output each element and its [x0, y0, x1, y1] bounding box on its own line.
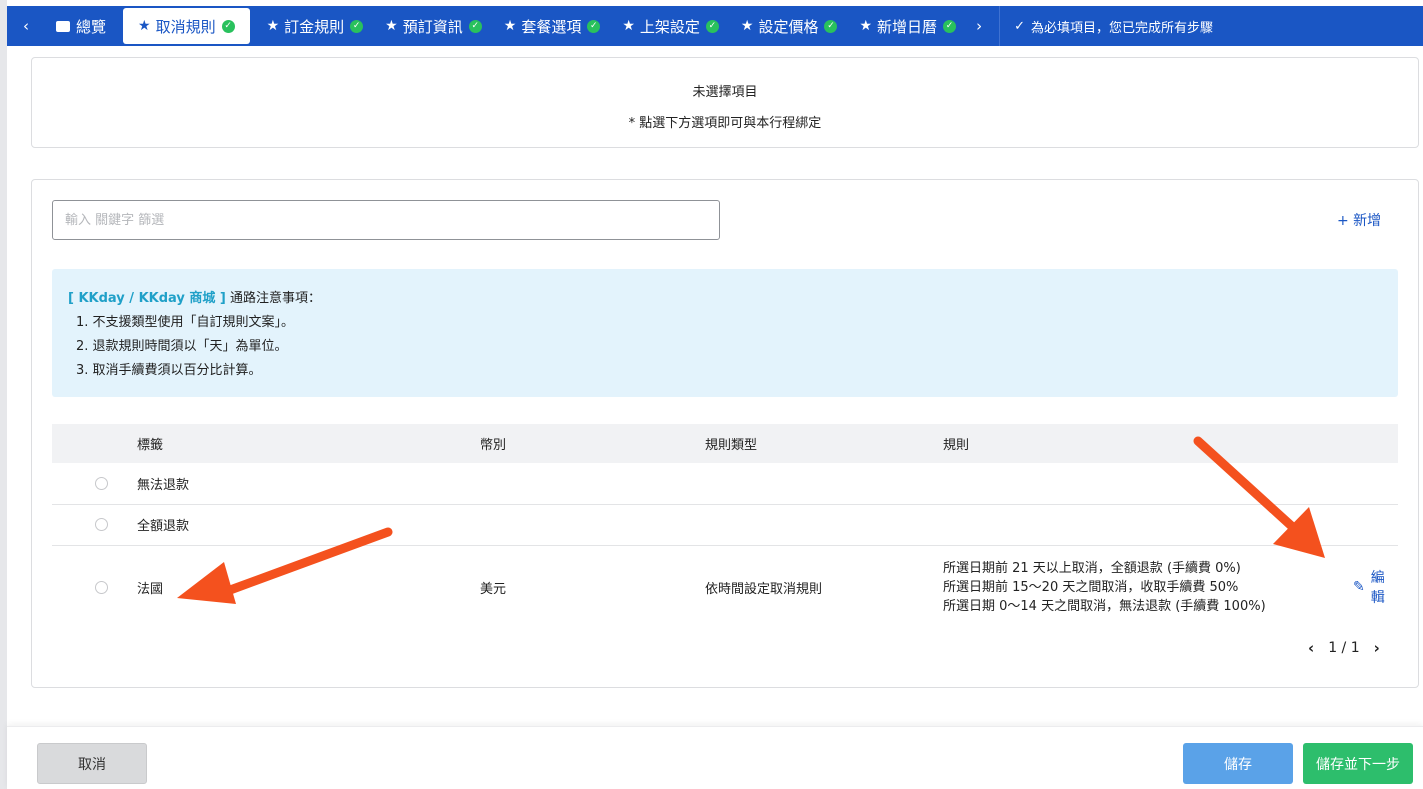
save-button[interactable]: 儲存	[1183, 743, 1293, 784]
cancel-button[interactable]: 取消	[37, 743, 147, 784]
channel-notice: [ KKday / KKday 商城 ] 通路注意事項： 1. 不支援類型使用「…	[52, 269, 1398, 397]
row-actions: ✎ 編輯	[1353, 545, 1398, 629]
tab-label: 新增日曆	[877, 17, 938, 36]
star-icon: ★	[385, 18, 398, 34]
edit-button[interactable]: ✎ 編輯	[1353, 567, 1398, 607]
left-edge-strip	[0, 0, 7, 789]
header-select	[52, 424, 137, 463]
row-rule	[943, 504, 1353, 546]
page-next-button[interactable]: ›	[1374, 639, 1380, 657]
check-circle-icon: ✓	[824, 19, 838, 33]
table-header-row: 標籤 幣別 規則類型 規則	[52, 424, 1398, 463]
tab-overview[interactable]: 總覽	[45, 8, 117, 44]
nav-divider	[999, 6, 1001, 46]
nav-next-button[interactable]: ›	[967, 17, 991, 35]
rule-line: 所選日期前 21 天以上取消，全額退款 (手續費 0%)	[943, 560, 1241, 576]
tab-cancel-rules[interactable]: ★ 取消規則 ✓	[123, 8, 250, 44]
edit-label: 編輯	[1370, 570, 1385, 607]
footer-bar: 取消 儲存 儲存並下一步	[7, 726, 1423, 789]
row-rule: 所選日期前 21 天以上取消，全額退款 (手續費 0%) 所選日期前 15～20…	[943, 545, 1353, 629]
star-icon: ★	[503, 18, 517, 34]
selected-item-box: 未選擇項目 * 點選下方選項即可與本行程綁定	[31, 57, 1419, 148]
check-circle-icon: ✓	[350, 19, 364, 33]
tab-package-options[interactable]: ★ 套餐選項 ✓	[493, 8, 612, 44]
tab-deposit-rules[interactable]: ★ 訂金規則 ✓	[256, 8, 375, 44]
search-input[interactable]	[52, 200, 720, 240]
notice-item: 1. 不支援類型使用「自訂規則文案」。	[76, 315, 295, 330]
page-indicator: 1 / 1	[1328, 640, 1360, 656]
rules-table: 標籤 幣別 規則類型 規則 無法退款 全額退款 法國 美元 依時間設定取消規則 …	[52, 424, 1398, 629]
row-type	[705, 504, 943, 546]
tab-label: 取消規則	[155, 17, 216, 36]
tab-listing-settings[interactable]: ★ 上架設定 ✓	[611, 8, 730, 44]
star-icon: ★	[266, 18, 280, 34]
star-icon: ★	[859, 18, 873, 34]
tab-label: 總覽	[76, 17, 107, 36]
check-circle-icon: ✓	[705, 19, 719, 33]
table-row[interactable]: 法國 美元 依時間設定取消規則 所選日期前 21 天以上取消，全額退款 (手續費…	[52, 545, 1398, 629]
check-circle-icon: ✓	[468, 19, 482, 33]
notice-title: 通路注意事項：	[225, 291, 322, 306]
rule-line: 所選日期 0～14 天之間取消，無法退款 (手續費 100%)	[943, 598, 1266, 614]
check-circle-icon: ✓	[943, 19, 957, 33]
star-icon: ★	[740, 18, 754, 34]
tab-label: 訂金規則	[284, 17, 345, 36]
notice-list: 1. 不支援類型使用「自訂規則文案」。 2. 退款規則時間須以「天」為單位。 3…	[68, 311, 1398, 383]
table-row[interactable]: 全額退款	[52, 504, 1398, 546]
row-radio[interactable]	[95, 518, 108, 531]
row-currency	[480, 504, 705, 546]
nav-prev-button[interactable]: ‹	[7, 17, 45, 35]
row-actions	[1353, 463, 1398, 505]
save-next-button[interactable]: 儲存並下一步	[1303, 743, 1413, 784]
tab-add-calendar[interactable]: ★ 新增日曆 ✓	[848, 8, 967, 44]
row-type: 依時間設定取消規則	[705, 581, 823, 597]
tab-label: 設定價格	[758, 17, 819, 36]
tab-label: 上架設定	[639, 17, 700, 36]
required-note: ✓ 為必填項目，您已完成所有步驟	[1004, 17, 1213, 36]
row-currency	[480, 463, 705, 505]
star-icon: ★	[138, 18, 151, 34]
header-rule: 規則	[943, 424, 1353, 463]
page: ‹ 總覽 ★ 取消規則 ✓ ★ 訂金規則 ✓ ★ 預訂資訊 ✓ ★ 套餐選項 ✓…	[7, 0, 1423, 789]
notice-heading: [ KKday / KKday 商城 ] 通路注意事項：	[68, 287, 1398, 311]
header-rule-type: 規則類型	[705, 424, 943, 463]
pagination: ‹ 1 / 1 ›	[1308, 639, 1380, 657]
header-actions	[1353, 424, 1398, 463]
row-radio[interactable]	[95, 476, 108, 490]
row-tag: 無法退款	[137, 463, 480, 505]
tab-label: 套餐選項	[521, 17, 582, 36]
row-currency: 美元	[480, 581, 507, 597]
notice-item: 3. 取消手續費須以百分比計算。	[76, 363, 262, 378]
star-icon: ★	[622, 18, 635, 34]
step-nav: ‹ 總覽 ★ 取消規則 ✓ ★ 訂金規則 ✓ ★ 預訂資訊 ✓ ★ 套餐選項 ✓…	[7, 6, 1423, 46]
notice-tag: [ KKday / KKday 商城 ]	[68, 291, 226, 306]
rules-card: + 新增 [ KKday / KKday 商城 ] 通路注意事項： 1. 不支援…	[31, 179, 1419, 688]
header-tag: 標籤	[137, 424, 480, 463]
row-actions	[1353, 504, 1398, 546]
required-note-text: 為必填項目，您已完成所有步驟	[1030, 20, 1213, 36]
tab-set-price[interactable]: ★ 設定價格 ✓	[730, 8, 849, 44]
selected-hint: * 點選下方選項即可與本行程綁定	[628, 116, 822, 131]
row-tag: 法國	[137, 581, 164, 597]
row-rule	[943, 463, 1353, 505]
add-button[interactable]: + 新增	[1337, 210, 1381, 230]
notice-item: 2. 退款規則時間須以「天」為單位。	[76, 339, 288, 354]
table-row[interactable]: 無法退款	[52, 463, 1398, 505]
page-prev-button[interactable]: ‹	[1308, 639, 1314, 657]
row-radio[interactable]	[95, 580, 108, 594]
check-circle-icon: ✓	[587, 19, 601, 33]
row-type	[705, 463, 943, 505]
tab-booking-info[interactable]: ★ 預訂資訊 ✓	[374, 8, 493, 44]
check-circle-icon: ✓	[1014, 18, 1025, 34]
pencil-icon: ✎	[1353, 579, 1365, 596]
check-circle-icon: ✓	[221, 19, 235, 33]
selected-title: 未選擇項目	[692, 85, 758, 100]
row-tag: 全額退款	[137, 504, 480, 546]
rule-line: 所選日期前 15～20 天之間取消，收取手續費 50%	[943, 579, 1239, 595]
header-currency: 幣別	[480, 424, 705, 463]
folder-plus-icon	[56, 20, 70, 32]
tab-label: 預訂資訊	[402, 17, 463, 36]
